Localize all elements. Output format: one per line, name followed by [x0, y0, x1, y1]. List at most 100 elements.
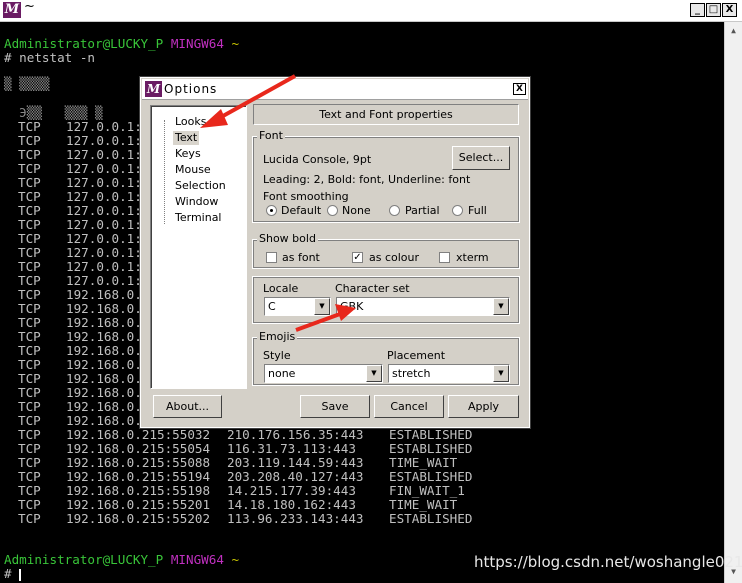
- emojis-group-label: Emojis: [257, 330, 298, 343]
- minimize-button[interactable]: _: [690, 3, 705, 17]
- page-header: Text and Font properties: [253, 104, 519, 125]
- smoothing-default-radio[interactable]: [266, 205, 277, 216]
- chevron-down-icon[interactable]: ▼: [314, 298, 330, 315]
- tree-item-keys[interactable]: Keys: [173, 147, 203, 161]
- bold-xterm-checkbox[interactable]: [439, 252, 450, 263]
- smoothing-default-label: Default: [281, 204, 322, 217]
- input-line[interactable]: #: [4, 566, 22, 581]
- row-proto: TCP: [18, 469, 41, 484]
- prompt-line-top: Administrator@LUCKY_P MINGW64 ~: [4, 37, 239, 51]
- row-proto: TCP: [18, 357, 41, 372]
- emojis-group: Emojis Style none ▼ Placement stretch ▼: [252, 330, 520, 386]
- row-proto: TCP: [18, 385, 41, 400]
- emoji-placement-select[interactable]: stretch ▼: [388, 364, 510, 383]
- locale-label: Locale: [263, 282, 299, 295]
- smoothing-full-radio[interactable]: [452, 205, 463, 216]
- row-proto: TCP: [18, 441, 41, 456]
- bold-as-font-checkbox[interactable]: [266, 252, 277, 263]
- locale-value: C: [268, 300, 276, 313]
- emoji-style-value: none: [268, 367, 296, 380]
- dialog-title: Options: [164, 82, 218, 96]
- row-proto: TCP: [18, 259, 41, 274]
- dialog-titlebar[interactable]: M Options X: [142, 79, 528, 100]
- row-local-address: 127.0.0.1:4: [66, 203, 150, 218]
- scroll-up-icon[interactable]: ▲: [727, 24, 740, 38]
- tree-item-text[interactable]: Text: [173, 131, 200, 145]
- locale-select[interactable]: C ▼: [264, 297, 331, 316]
- row-proto: TCP: [18, 119, 41, 134]
- row-local-address: 127.0.0.1:4: [66, 189, 150, 204]
- row-local-address: 192.168.0.2: [66, 301, 150, 316]
- close-button[interactable]: X: [722, 3, 737, 17]
- font-select-button[interactable]: Select...: [452, 146, 510, 170]
- tree-item-mouse[interactable]: Mouse: [173, 163, 213, 177]
- row-local-address: 127.0.0.1:5: [66, 273, 150, 288]
- row-local-address: 192.168.0.2: [66, 385, 150, 400]
- row-local-address: 192.168.0.215:55088: [66, 455, 211, 470]
- text-cursor: [19, 568, 22, 581]
- row-proto: TCP: [18, 511, 41, 526]
- row-state: ESTABLISHED: [389, 441, 473, 456]
- prompt-host: MINGW64: [170, 552, 224, 567]
- smoothing-none-radio[interactable]: [327, 205, 338, 216]
- font-smoothing-label: Font smoothing: [263, 190, 349, 203]
- vertical-scrollbar[interactable]: ▲ ▼: [724, 22, 742, 583]
- chevron-down-icon[interactable]: ▼: [493, 298, 509, 315]
- show-bold-group-label: Show bold: [257, 232, 318, 245]
- row-local-address: 192.168.0.215:55201: [66, 497, 211, 512]
- row-local-address: 127.0.0.1:5: [66, 259, 150, 274]
- prompt-user: Administrator@LUCKY_P: [4, 552, 164, 567]
- main-titlebar: M ~ _ □ X: [0, 0, 742, 22]
- smoothing-partial-radio[interactable]: [389, 205, 400, 216]
- apply-button[interactable]: Apply: [448, 395, 519, 418]
- show-bold-group: Show bold as font ✓ as colour xterm: [252, 232, 520, 269]
- tree-item-looks[interactable]: Looks: [173, 115, 209, 129]
- dialog-close-button[interactable]: X: [513, 83, 526, 95]
- row-local-address: 192.168.0.2: [66, 357, 150, 372]
- prompt-dir: ~: [231, 552, 240, 567]
- row-state: ESTABLISHED: [389, 469, 473, 484]
- tree-item-selection[interactable]: Selection: [173, 179, 228, 193]
- emoji-style-select[interactable]: none ▼: [264, 364, 383, 383]
- row-local-address: 127.0.0.1:1: [66, 133, 150, 148]
- garbled-header: Э▒▒ ▒▒▒ ▒: [4, 105, 103, 120]
- row-local-address: 127.0.0.1:5: [66, 119, 150, 134]
- row-proto: TCP: [18, 133, 41, 148]
- row-local-address: 192.168.0.215:55202: [66, 511, 211, 526]
- row-state: ESTABLISHED: [389, 427, 473, 442]
- row-proto: TCP: [18, 203, 41, 218]
- window-title: ~: [24, 0, 35, 14]
- row-proto: TCP: [18, 427, 41, 442]
- input-prompt: #: [4, 566, 20, 581]
- mintty-dialog-icon: M: [145, 81, 162, 97]
- row-proto: TCP: [18, 147, 41, 162]
- save-button[interactable]: Save: [300, 395, 370, 418]
- prompt-host: MINGW64: [170, 36, 224, 51]
- current-font: Lucida Console, 9pt: [263, 153, 372, 166]
- charset-select[interactable]: GBK ▼: [336, 297, 510, 316]
- emoji-style-label: Style: [263, 349, 291, 362]
- row-proto: TCP: [18, 301, 41, 316]
- row-local-address: 192.168.0.2: [66, 315, 150, 330]
- locale-group: Locale C ▼ Character set GBK ▼: [252, 276, 520, 324]
- row-foreign-address: 203.208.40.127:443: [227, 469, 364, 484]
- emoji-placement-value: stretch: [392, 367, 431, 380]
- cancel-button[interactable]: Cancel: [374, 395, 444, 418]
- row-local-address: 127.0.0.1:4: [66, 175, 150, 190]
- row-local-address: 127.0.0.1:1: [66, 147, 150, 162]
- tree-item-terminal[interactable]: Terminal: [173, 211, 224, 225]
- row-local-address: 192.168.0.215:55194: [66, 469, 211, 484]
- mintty-app-icon[interactable]: M: [3, 2, 21, 18]
- tree-item-window[interactable]: Window: [173, 195, 220, 209]
- chevron-down-icon[interactable]: ▼: [366, 365, 382, 382]
- bold-as-colour-checkbox[interactable]: ✓: [352, 252, 363, 263]
- row-proto: TCP: [18, 287, 41, 302]
- row-foreign-address: 14.18.180.162:443: [227, 497, 356, 512]
- maximize-button[interactable]: □: [706, 3, 721, 17]
- chevron-down-icon[interactable]: ▼: [493, 365, 509, 382]
- about-button[interactable]: About...: [153, 395, 222, 418]
- prompt-dir: ~: [231, 36, 240, 51]
- garbled-title: ▒ ▒▒▒▒: [4, 76, 50, 91]
- row-state: TIME_WAIT: [389, 455, 458, 470]
- command-line: # netstat -n: [4, 50, 95, 65]
